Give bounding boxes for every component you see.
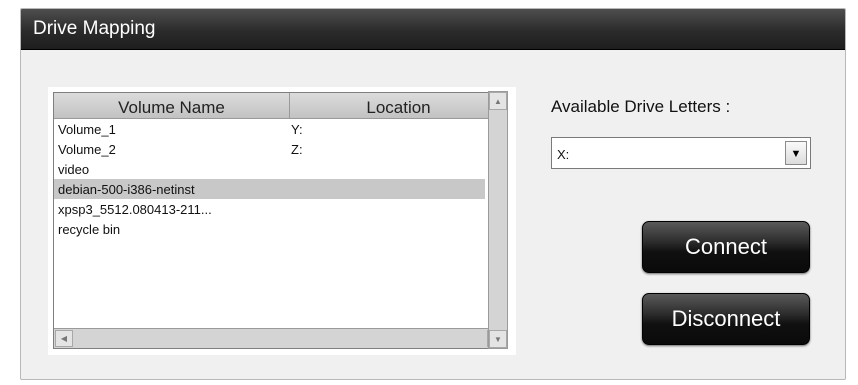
volume-row[interactable]: Volume_2 Z: [54,139,507,159]
volume-row[interactable]: recycle bin [54,219,507,239]
volume-location-cell: Y: [291,122,303,137]
available-drive-letters-label: Available Drive Letters : [551,97,731,116]
column-header-volume-name[interactable]: Volume Name [54,93,290,118]
volume-list-header: Volume Name Location [54,93,507,119]
chevron-down-icon[interactable]: ▼ [785,141,807,165]
volume-name-cell: video [58,162,90,177]
connect-button[interactable]: Connect [642,221,810,273]
volume-name-cell: debian-500-i386-netinst [58,182,195,197]
volume-name-cell: xpsp3_5512.080413-211... [58,202,212,217]
volume-name-cell: Volume_1 [58,122,116,137]
volume-name-cell: recycle bin [58,222,121,237]
vertical-scrollbar[interactable]: ▲ ▼ [488,91,508,349]
arrow-down-icon[interactable]: ▼ [489,330,507,348]
volume-rows: Volume_1 Y: Volume_2 Z: video debian-500-i386… [54,119,507,239]
column-header-location[interactable]: Location [290,93,507,118]
volume-list[interactable]: Volume Name Location Volume_1 Y: Volume_2 Z… [53,92,508,349]
drive-letter-select[interactable]: X: ▼ [551,137,811,169]
volume-name-cell: Volume_2 [58,142,116,157]
arrow-up-icon[interactable]: ▲ [489,92,507,110]
volume-list-panel: Volume Name Location Volume_1 Y: Volume_2 Z… [48,87,516,355]
volume-row[interactable]: debian-500-i386-netinst [54,179,485,199]
disconnect-button[interactable]: Disconnect [642,293,810,345]
volume-row[interactable]: xpsp3_5512.080413-211... [54,199,507,219]
drive-letter-value: X: [557,147,570,162]
dialog-title: Drive Mapping [21,9,845,50]
volume-location-cell: Z: [291,142,303,157]
volume-row[interactable]: video [54,159,507,179]
drive-mapping-dialog: Drive Mapping Volume Name Location Volum… [20,8,846,380]
horizontal-scrollbar[interactable]: ◀ ▶ [54,328,507,348]
arrow-left-icon[interactable]: ◀ [55,330,73,347]
volume-row[interactable]: Volume_1 Y: [54,119,507,139]
